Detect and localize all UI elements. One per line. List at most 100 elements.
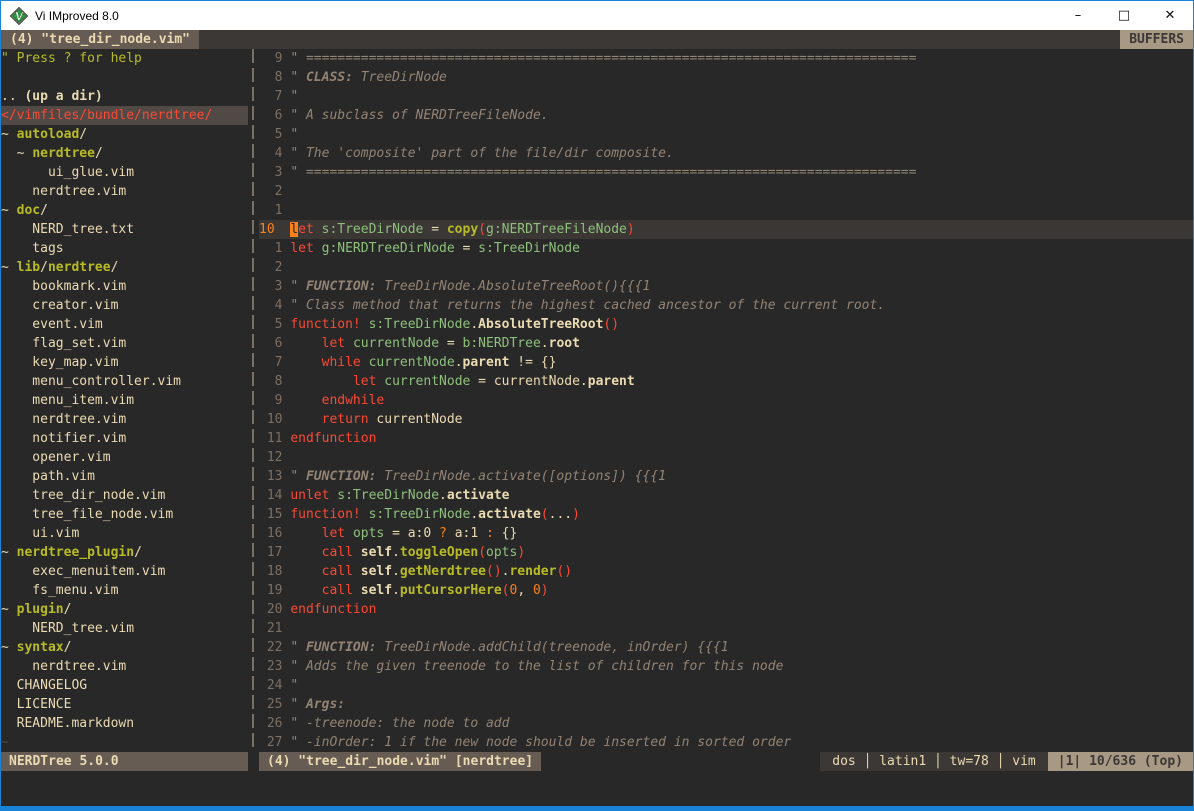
tree-item[interactable]: CHANGELOG — [1, 676, 248, 695]
code-line[interactable]: 9 " ====================================… — [259, 49, 1193, 68]
code-line[interactable]: 26 " -treenode: the node to add — [259, 714, 1193, 733]
tree-item[interactable]: event.vim — [1, 315, 248, 334]
tree-item[interactable]: key_map.vim — [1, 353, 248, 372]
tree-item[interactable]: opener.vim — [1, 448, 248, 467]
code-line[interactable]: 3 " ====================================… — [259, 163, 1193, 182]
code-line[interactable]: 1 — [259, 201, 1193, 220]
tree-item[interactable]: menu_controller.vim — [1, 372, 248, 391]
tree-item[interactable]: ~ nerdtree/ — [1, 144, 248, 163]
token-t: . — [541, 336, 549, 351]
code-line[interactable]: 14 unlet s:TreeDirNode.activate — [259, 486, 1193, 505]
line-number: 7 — [259, 89, 290, 104]
token-op: : — [486, 526, 494, 541]
code-line[interactable]: 17 call self.toggleOpen(opts) — [259, 543, 1193, 562]
line-number: 16 — [259, 526, 290, 541]
code-line-current[interactable]: 10 let s:TreeDirNode = copy(g:NERDTreeFi… — [259, 220, 1193, 239]
tree-item[interactable]: menu_item.vim — [1, 391, 248, 410]
tree-item[interactable]: notifier.vim — [1, 429, 248, 448]
tree-item[interactable]: ~ — [1, 733, 248, 752]
token-comb: Args: — [306, 697, 345, 712]
tree-item[interactable]: fs_menu.vim — [1, 581, 248, 600]
tree-item[interactable]: path.vim — [1, 467, 248, 486]
tree-item[interactable]: nerdtree.vim — [1, 657, 248, 676]
minimize-button[interactable]: – — [1055, 1, 1101, 30]
code-line[interactable]: 15 function! s:TreeDirNode.activate(...) — [259, 505, 1193, 524]
code-line[interactable]: 1 let g:NERDTreeDirNode = s:TreeDirNode — [259, 239, 1193, 258]
code-line[interactable]: 2 — [259, 182, 1193, 201]
code-line[interactable]: 22 " FUNCTION: TreeDirNode.addChild(tree… — [259, 638, 1193, 657]
code-line[interactable]: 11 endfunction — [259, 429, 1193, 448]
tree-item[interactable]: nerdtree.vim — [1, 182, 248, 201]
window-split-separator[interactable] — [248, 49, 259, 752]
token-comb: FUNCTION: — [306, 279, 376, 294]
code-line[interactable]: 19 call self.putCursorHere(0, 0) — [259, 581, 1193, 600]
tree-item[interactable]: NERD_tree.txt — [1, 220, 248, 239]
tree-item[interactable]: tree_dir_node.vim — [1, 486, 248, 505]
tree-item[interactable]: exec_menuitem.vim — [1, 562, 248, 581]
token-par: ) — [627, 222, 635, 237]
code-line[interactable]: 5 " — [259, 125, 1193, 144]
code-line[interactable]: 21 — [259, 619, 1193, 638]
code-line[interactable]: 24 " — [259, 676, 1193, 695]
tree-item[interactable]: ~ autoload/ — [1, 125, 248, 144]
command-line[interactable] — [1, 771, 1193, 806]
tree-item[interactable] — [1, 68, 248, 87]
code-line[interactable]: 5 function! s:TreeDirNode.AbsoluteTreeRo… — [259, 315, 1193, 334]
tree-item[interactable]: LICENCE — [1, 695, 248, 714]
tree-item[interactable]: ~ syntax/ — [1, 638, 248, 657]
code-line[interactable]: 13 " FUNCTION: TreeDirNode.activate([opt… — [259, 467, 1193, 486]
close-button[interactable]: ✕ — [1147, 1, 1193, 30]
token-com: " — [290, 640, 306, 655]
tree-item[interactable]: nerdtree.vim — [1, 410, 248, 429]
code-line[interactable]: 10 return currentNode — [259, 410, 1193, 429]
tree-item[interactable]: flag_set.vim — [1, 334, 248, 353]
code-line[interactable]: 8 " CLASS: TreeDirNode — [259, 68, 1193, 87]
token-kw: let — [322, 526, 345, 541]
line-number: 1 — [259, 203, 290, 218]
tree-item[interactable]: bookmark.vim — [1, 277, 248, 296]
tree-item[interactable]: ~ nerdtree_plugin/ — [1, 543, 248, 562]
token-t — [361, 317, 369, 332]
token-t — [290, 336, 321, 351]
tree-item[interactable]: NERD_tree.vim — [1, 619, 248, 638]
code-line[interactable]: 18 call self.getNerdtree().render() — [259, 562, 1193, 581]
code-line[interactable]: 16 let opts = a:0 ? a:1 : {} — [259, 524, 1193, 543]
tree-root-item[interactable]: </vimfiles/bundle/nerdtree/ — [1, 106, 248, 125]
code-line[interactable]: 6 " A subclass of NERDTreeFileNode. — [259, 106, 1193, 125]
token-t — [353, 564, 361, 579]
token-t — [345, 526, 353, 541]
tree-item[interactable]: " Press ? for help — [1, 49, 248, 68]
tree-item[interactable]: ui_glue.vim — [1, 163, 248, 182]
tree-item[interactable]: creator.vim — [1, 296, 248, 315]
code-line[interactable]: 25 " Args: — [259, 695, 1193, 714]
tree-item[interactable]: ~ lib/nerdtree/ — [1, 258, 248, 277]
code-line[interactable]: 12 — [259, 448, 1193, 467]
tree-item[interactable]: ~ doc/ — [1, 201, 248, 220]
tree-item[interactable]: tree_file_node.vim — [1, 505, 248, 524]
maximize-button[interactable]: □ — [1101, 1, 1147, 30]
code-line[interactable]: 8 let currentNode = currentNode.parent — [259, 372, 1193, 391]
tree-item[interactable]: .. (up a dir) — [1, 87, 248, 106]
tree-item[interactable]: README.markdown — [1, 714, 248, 733]
token-kw: while — [322, 355, 361, 370]
line-number: 4 — [259, 146, 290, 161]
code-line[interactable]: 7 " — [259, 87, 1193, 106]
tab-tree-dir-node[interactable]: (4) "tree_dir_node.vim" — [1, 30, 199, 49]
code-line[interactable]: 3 " FUNCTION: TreeDirNode.AbsoluteTreeRo… — [259, 277, 1193, 296]
token-t: tags — [1, 241, 64, 256]
tree-item[interactable]: ui.vim — [1, 524, 248, 543]
code-line[interactable]: 27 " -inOrder: 1 if the new node should … — [259, 733, 1193, 752]
code-line[interactable]: 7 while currentNode.parent != {} — [259, 353, 1193, 372]
line-number: 18 — [259, 564, 290, 579]
code-line[interactable]: 4 " The 'composite' part of the file/dir… — [259, 144, 1193, 163]
code-line[interactable]: 20 endfunction — [259, 600, 1193, 619]
code-line[interactable]: 2 — [259, 258, 1193, 277]
tree-item[interactable]: tags — [1, 239, 248, 258]
code-line[interactable]: 9 endwhile — [259, 391, 1193, 410]
code-line[interactable]: 23 " Adds the given treenode to the list… — [259, 657, 1193, 676]
code-line[interactable]: 4 " Class method that returns the highes… — [259, 296, 1193, 315]
tree-item[interactable]: ~ plugin/ — [1, 600, 248, 619]
token-com: " — [290, 678, 298, 693]
token-mem: AbsoluteTreeRoot — [478, 317, 603, 332]
code-line[interactable]: 6 let currentNode = b:NERDTree.root — [259, 334, 1193, 353]
